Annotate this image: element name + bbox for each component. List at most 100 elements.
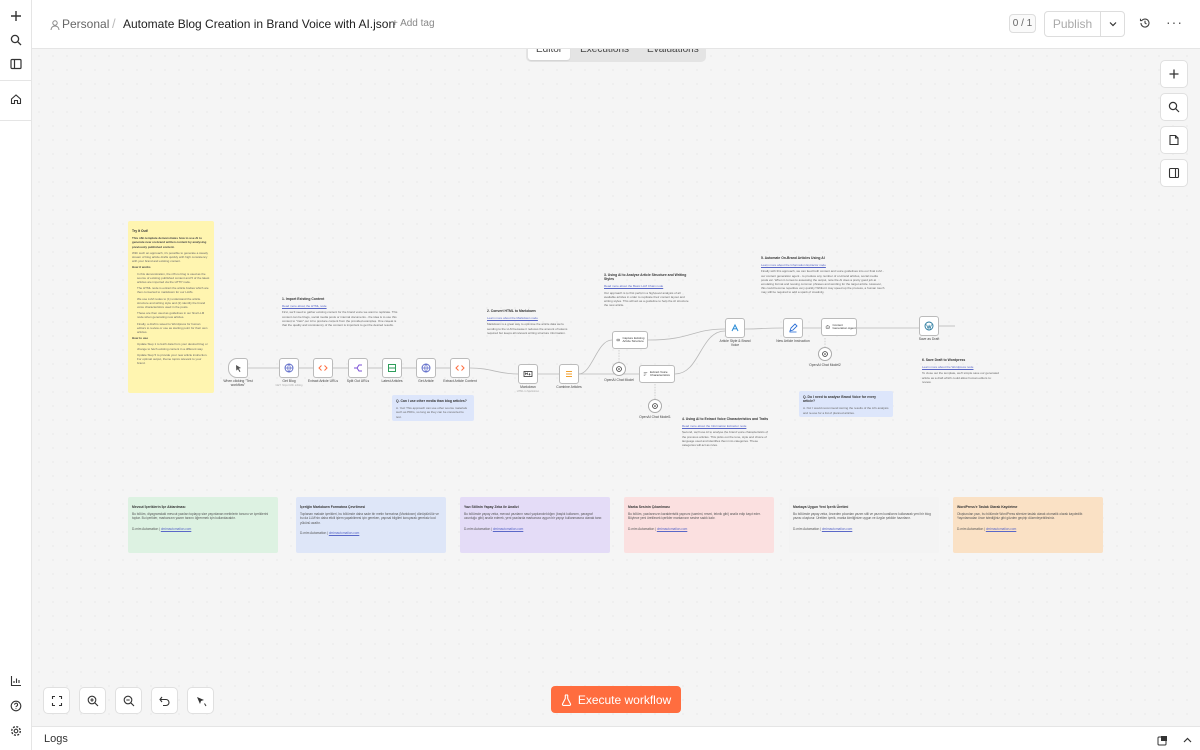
note-link[interactable]: dmimautomation.com [822, 527, 852, 531]
note-link[interactable]: dmimautomation.com [493, 527, 523, 531]
sticky-line: With such an approach, it's possible to … [132, 250, 208, 264]
note-card-brand-voice[interactable]: Marka Sesinin Çıkarılması Bu bölüm, yazı… [624, 497, 774, 553]
sticky-body: A. No! I would recommend storing the res… [803, 406, 889, 415]
sticky-title: Q. Do I need to analyse Brand Voice for … [803, 395, 877, 404]
workflow-canvas[interactable]: Editor Executions Evaluations Try It Out… [32, 49, 1200, 726]
zoom-out-button[interactable] [115, 687, 142, 714]
node-save-as-draft[interactable] [919, 316, 939, 336]
undo-button[interactable] [151, 687, 178, 714]
sticky-step-4[interactable]: 4. Using AI to Extract Voice Characteris… [678, 413, 774, 461]
chevron-up-icon[interactable] [1182, 733, 1194, 745]
node-content-generation-agent[interactable]: Content Generation Agent [821, 318, 857, 336]
sticky-step-3[interactable]: 3. Using AI to Analyse Article Structure… [600, 269, 696, 315]
sticky-link[interactable]: Read more about the Information Extracto… [682, 424, 770, 428]
node-label: When clicking "Test workflow" [223, 379, 253, 387]
execute-workflow-button[interactable]: Execute workflow [551, 686, 681, 713]
help-icon[interactable] [7, 697, 25, 715]
breadcrumb-owner[interactable]: Personal [62, 17, 109, 31]
note-card-wordpress[interactable]: WordPress'e Taslak Olarak Kaydetme Oluşt… [953, 497, 1103, 553]
note-title: WordPress'e Taslak Olarak Kaydetme [957, 505, 1018, 509]
tidy-up-button[interactable] [187, 687, 214, 714]
node-label: Extract Voice Characteristics [650, 369, 670, 377]
zoom-in-button[interactable] [79, 687, 106, 714]
sticky-body: Our approach is to first perform a high-… [604, 290, 689, 308]
home-icon[interactable] [7, 90, 25, 108]
note-card-style[interactable]: Yazı Stilinin Yapay Zeka ile Analizi Bu … [460, 497, 610, 553]
sticky-line: Update Step 5 to provide your new articl… [137, 352, 208, 366]
node-extract-voice[interactable]: Extract Voice Characteristics [639, 365, 675, 383]
node-capture-structure[interactable]: Capture Existing Article Structure [612, 331, 648, 349]
publish-button[interactable]: Publish [1045, 12, 1101, 36]
node-manual-trigger[interactable] [228, 358, 248, 378]
node-split-out-urls[interactable] [348, 358, 368, 378]
sticky-step-5[interactable]: 5. Automate On-Brand Articles Using AI L… [757, 252, 889, 322]
sticky-question-2[interactable]: Q. Do I need to analyse Brand Voice for … [799, 391, 893, 417]
history-icon[interactable] [1139, 16, 1155, 32]
sticky-link[interactable]: Learn more about the Markdown node [487, 316, 575, 320]
note-card-markdown[interactable]: İçeriğin Markdown Formatına Çevrilmesi T… [296, 497, 446, 553]
note-link[interactable]: dmimautomation.com [161, 527, 191, 531]
sticky-link[interactable]: Learn more about the Information Extract… [761, 263, 885, 267]
note-footer: D-mim Automation | dmimautomation.com [132, 527, 274, 531]
node-get-blog[interactable] [279, 358, 299, 378]
node-openai-model-b[interactable] [648, 399, 662, 413]
sticky-step-1[interactable]: 1. Import Existing Content Read more abo… [278, 293, 406, 341]
sticky-link[interactable]: Learn more about the Wordpress node [922, 365, 1000, 369]
sticky-try-it-out[interactable]: Try It Out! This n8n template demonstrat… [128, 221, 214, 393]
node-extract-article-urls[interactable] [313, 358, 333, 378]
node-latest-articles[interactable] [382, 358, 402, 378]
note-link[interactable]: dmimautomation.com [986, 527, 1016, 531]
code-icon [455, 365, 465, 371]
sticky-line: How it works [132, 265, 151, 270]
flask-icon [561, 693, 571, 706]
aggregate-icon [566, 371, 572, 377]
sticky-line: This n8n template demonstrates how to us… [132, 236, 207, 249]
node-openai-model-a[interactable] [612, 362, 626, 376]
sticky-step-6[interactable]: 6. Save Draft to Wordpress Learn more ab… [918, 354, 1004, 390]
note-link[interactable]: dmimautomation.com [657, 527, 687, 531]
node-extract-article-content[interactable] [450, 358, 470, 378]
workflow-title[interactable]: Automate Blog Creation in Brand Voice wi… [123, 17, 395, 31]
node-label: OpenAI Chat Model1 [639, 415, 671, 419]
settings-icon[interactable] [7, 722, 25, 740]
note-footer: D-mim Automation | dmimautomation.com [628, 527, 770, 531]
search-icon[interactable] [7, 31, 25, 49]
sticky-step-2[interactable]: 2. Convert HTML to Markdown Learn more a… [483, 305, 579, 353]
node-label: Combine Articles [556, 385, 582, 389]
note-card-import[interactable]: Mevcut İçeriklerin İçe Aktarılması Bu bö… [128, 497, 278, 553]
limit-icon [388, 364, 396, 372]
more-options-icon[interactable]: ··· [1166, 15, 1182, 32]
fit-view-button[interactable] [43, 687, 70, 714]
sticky-title: 1. Import Existing Content [282, 297, 325, 301]
note-footer: D-mim Automation | dmimautomation.com [464, 527, 606, 531]
node-markdown[interactable] [518, 364, 538, 384]
set-icon [731, 323, 739, 332]
chevron-down-icon[interactable] [1101, 12, 1124, 36]
note-card-generation[interactable]: Markaya Uygun Yeni İçerik Üretimi Bu böl… [789, 497, 939, 553]
note-title: Mevcut İçeriklerin İçe Aktarılması [132, 505, 186, 509]
edit-icon [789, 323, 798, 333]
publish-button-group[interactable]: Publish [1044, 11, 1125, 37]
insights-icon[interactable] [7, 672, 25, 690]
node-subtitle: ... [458, 384, 462, 387]
node-get-article[interactable] [416, 358, 436, 378]
node-subtitle: HTML to Markdown [516, 390, 540, 393]
node-combine-articles[interactable] [559, 364, 579, 384]
node-article-style-brand-voice[interactable] [725, 318, 745, 338]
node-openai-model-c[interactable] [818, 347, 832, 361]
sidebar-toggle-icon[interactable] [7, 55, 25, 73]
sticky-link[interactable]: Read more about the Basic LLM Chain node [604, 284, 692, 288]
node-new-article-instruction[interactable] [783, 318, 803, 338]
sticky-link[interactable]: Read more about the HTML node [282, 304, 402, 308]
plus-icon[interactable] [7, 7, 25, 25]
openai-icon [822, 351, 828, 357]
note-title: Markaya Uygun Yeni İçerik Üretimi [793, 505, 849, 509]
sticky-question-1[interactable]: Q. Can I use other media than blog artic… [392, 395, 474, 421]
add-tag-button[interactable]: + Add tag [392, 18, 435, 29]
sticky-line: How to use [132, 336, 149, 341]
note-link[interactable]: dmimautomation.com [329, 531, 359, 535]
sticky-body: To close out the template, we'll simple … [922, 371, 999, 384]
node-label: Save as Draft [918, 337, 940, 341]
logs-bar[interactable]: Logs [32, 726, 1200, 750]
popout-icon[interactable] [1157, 733, 1169, 746]
